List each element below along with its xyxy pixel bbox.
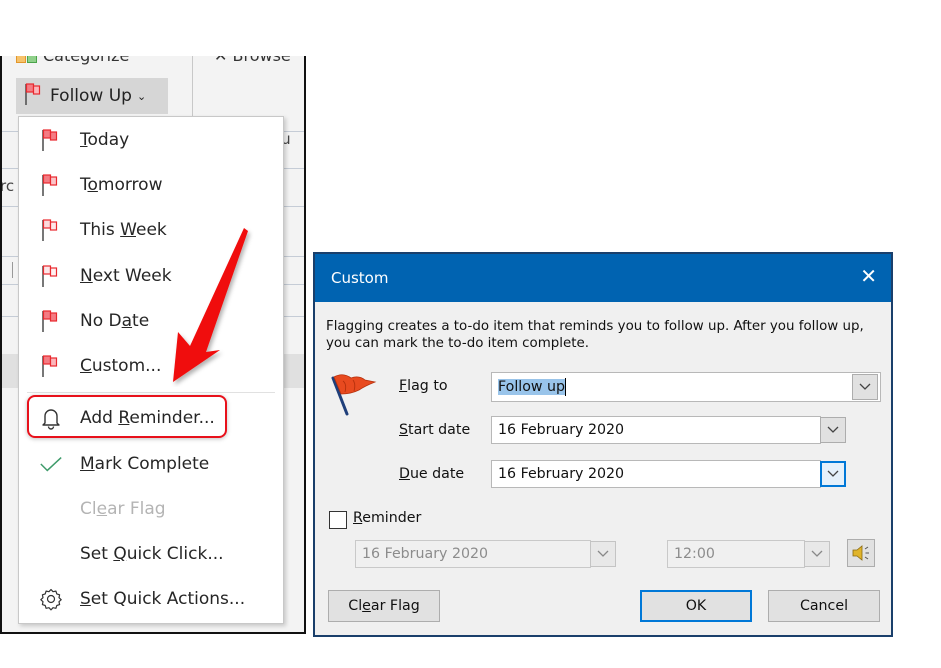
menu-item-label: No Date [80, 311, 150, 331]
follow-up-label: Follow Up [50, 86, 132, 106]
dialog-description: Flagging creates a to-do item that remin… [326, 319, 864, 351]
flag-to-dropdown-button[interactable] [852, 374, 878, 400]
reminder-date-field: 16 February 2020 [355, 540, 591, 568]
background-divider [12, 262, 13, 278]
chevron-down-icon [859, 383, 871, 390]
menu-item-tomorrow[interactable]: Tomorrow [19, 164, 283, 206]
menu-item-label: This Week [80, 220, 167, 240]
speaker-icon [852, 545, 869, 561]
background-text: rc [0, 177, 15, 195]
flag-this-week-icon [39, 218, 63, 242]
menu-item-mark-complete[interactable]: Mark Complete [19, 443, 283, 485]
reminder-time-field: 12:00 [667, 540, 805, 568]
start-date-value: 16 February 2020 [498, 422, 625, 438]
flag-icon [329, 372, 377, 422]
flag-today-icon [39, 128, 63, 152]
menu-item-label: Mark Complete [80, 454, 210, 474]
chevron-down-icon [827, 470, 839, 477]
cancel-label: Cancel [799, 598, 849, 614]
annotation-highlight-box [27, 395, 227, 438]
browse-icon: ✕ [214, 56, 233, 65]
dialog-title: Custom [331, 269, 389, 287]
arrow-shape [173, 228, 248, 382]
start-date-field[interactable]: 16 February 2020 [491, 416, 821, 444]
flag-next-week-icon [39, 264, 63, 288]
categorize-label: Categorize [43, 56, 129, 65]
flag-tomorrow-icon [39, 173, 63, 197]
reminder-time-dropdown-button [804, 541, 830, 567]
reminder-time-value: 12:00 [674, 546, 715, 562]
reminder-checkbox[interactable] [329, 511, 347, 529]
browse-groups-button[interactable]: ✕ Browse [214, 56, 291, 65]
reminder-label[interactable]: Reminder [353, 510, 421, 526]
menu-item-label: Tomorrow [80, 175, 163, 195]
custom-flag-dialog: Custom ✕ Flagging creates a to-do item t… [313, 252, 893, 637]
text-caret [565, 378, 567, 396]
flag-icon [24, 82, 44, 111]
clear-flag-label: Clear Flag [348, 598, 420, 614]
chevron-down-icon [597, 550, 609, 557]
menu-item-label: Set Quick Click... [80, 544, 224, 564]
cancel-button[interactable]: Cancel [768, 590, 880, 622]
menu-item-label: Set Quick Actions... [80, 589, 246, 609]
reminder-sound-button[interactable] [847, 539, 875, 567]
flag-custom-icon [39, 354, 63, 378]
menu-item-clear-flag: Clear Flag [19, 488, 283, 530]
menu-separator [27, 392, 275, 393]
reminder-date-dropdown-button [590, 541, 616, 567]
due-date-dropdown-button[interactable] [820, 461, 846, 487]
categorize-button[interactable]: Categorize [16, 56, 129, 65]
reminder-date-value: 16 February 2020 [362, 546, 489, 562]
categorize-icon [16, 56, 26, 63]
checkmark-icon [39, 452, 63, 476]
due-date-value: 16 February 2020 [498, 466, 625, 482]
menu-item-label: Clear Flag [80, 499, 166, 519]
browse-label: Browse [233, 56, 291, 65]
start-date-label: Start date [399, 422, 471, 438]
chevron-down-icon [811, 550, 823, 557]
categorize-icon-2 [27, 56, 37, 63]
due-date-field[interactable]: 16 February 2020 [491, 460, 821, 488]
menu-item-label: Today [80, 130, 130, 150]
chevron-down-icon: ⌄ [136, 89, 147, 103]
gear-icon [39, 587, 63, 611]
chevron-down-icon [827, 426, 839, 433]
follow-up-button[interactable]: Follow Up ⌄ [16, 78, 168, 114]
close-icon[interactable]: ✕ [860, 264, 877, 288]
flag-no-date-icon [39, 309, 63, 333]
clear-flag-button[interactable]: Clear Flag [328, 590, 440, 622]
flag-to-value: Follow up [498, 379, 566, 395]
start-date-dropdown-button[interactable] [820, 417, 846, 443]
flag-to-label: Flag to [399, 378, 448, 394]
ok-label: OK [685, 598, 707, 614]
flag-to-combobox[interactable]: Follow up [491, 372, 881, 402]
annotation-arrow [173, 228, 248, 382]
menu-item-label: Custom... [80, 356, 162, 376]
due-date-label: Due date [399, 466, 465, 482]
menu-item-set-quick-click[interactable]: Set Quick Click... [19, 533, 283, 575]
ok-button[interactable]: OK [640, 590, 752, 622]
dialog-title-bar[interactable]: Custom ✕ [315, 254, 891, 302]
menu-item-today[interactable]: Today [19, 119, 283, 161]
menu-item-set-quick-actions[interactable]: Set Quick Actions... [19, 578, 283, 620]
menu-item-label: Next Week [80, 266, 172, 286]
